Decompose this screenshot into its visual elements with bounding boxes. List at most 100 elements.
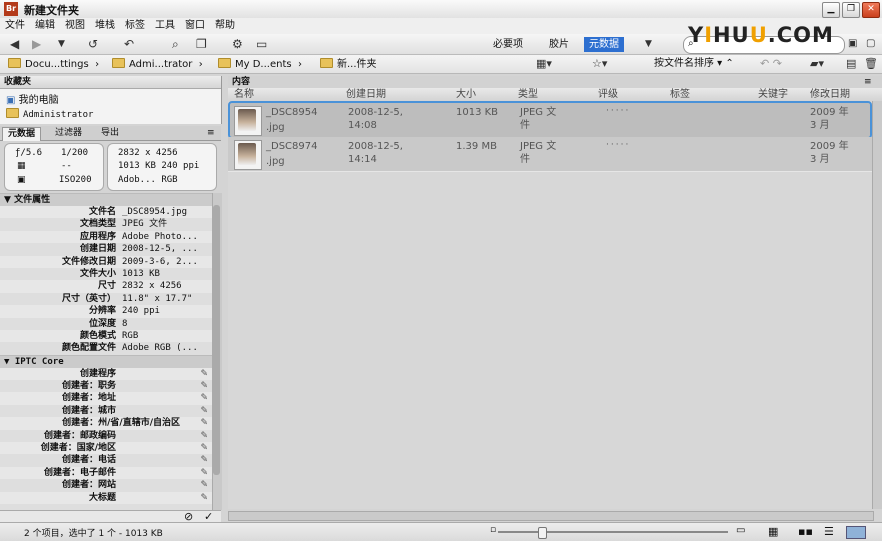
- menu-view[interactable]: 视图: [60, 18, 90, 34]
- table-row[interactable]: _DSC8954 .jpg 2008-12-5, 14:08 1013 KB J…: [228, 101, 872, 139]
- breadcrumb-item[interactable]: Docu...ttings ›: [8, 58, 99, 71]
- col-modified[interactable]: 修改日期: [810, 89, 850, 101]
- iptc-row[interactable]: 创建者：国家/地区 ✎: [0, 442, 212, 455]
- close-button[interactable]: ✕: [862, 2, 880, 18]
- maximize-button[interactable]: ❐: [842, 2, 860, 18]
- recent-folder-icon[interactable]: ↺: [88, 37, 98, 51]
- file-rating[interactable]: ·····: [606, 106, 630, 116]
- favorite-item-administrator[interactable]: Administrator: [0, 108, 221, 120]
- sort-dropdown[interactable]: 按文件名排序 ▾ ⌃: [654, 58, 734, 70]
- chevron-down-icon[interactable]: ▼: [58, 37, 65, 51]
- breadcrumb-item[interactable]: Admi...trator ›: [112, 58, 203, 71]
- workspace-menu-chevron-icon[interactable]: ▼: [645, 37, 652, 51]
- col-keywords[interactable]: 关键字: [758, 89, 788, 101]
- iptc-row[interactable]: 创建者：邮政编码 ✎: [0, 430, 212, 442]
- edit-pencil-icon[interactable]: ✎: [200, 368, 212, 380]
- copy-icon[interactable]: ❐: [196, 37, 207, 51]
- col-created[interactable]: 创建日期: [346, 89, 386, 101]
- iptc-row[interactable]: 创建者：州/省/直辖市/自治区 ✎: [0, 417, 212, 430]
- iptc-row[interactable]: 大标题 ✎: [0, 491, 212, 504]
- tab-metadata[interactable]: 元数据: [2, 127, 42, 141]
- metadata-scroll-thumb[interactable]: [213, 205, 220, 475]
- menu-tools[interactable]: 工具: [150, 18, 180, 34]
- trash-icon[interactable]: 🗑: [864, 57, 878, 71]
- file-rating[interactable]: ·····: [606, 140, 630, 150]
- workspace-essentials[interactable]: 必要项: [488, 37, 528, 52]
- file-type-2: 件: [520, 154, 530, 165]
- iptc-row[interactable]: 创建者：城市 ✎: [0, 405, 212, 417]
- menu-label[interactable]: 标签: [120, 18, 150, 34]
- folder-icon: [6, 108, 19, 118]
- thumbnail-quality-icon[interactable]: ▦▾: [536, 57, 552, 71]
- iptc-row[interactable]: 创建者：职务 ✎: [0, 380, 212, 392]
- tab-export[interactable]: 导出: [96, 127, 124, 140]
- edit-pencil-icon[interactable]: ✎: [200, 380, 212, 392]
- menu-stack[interactable]: 堆栈: [90, 18, 120, 34]
- rotate-left-icon[interactable]: ↶ ↷: [760, 57, 782, 71]
- workspace-metadata[interactable]: 元数据: [584, 37, 624, 52]
- edit-pencil-icon[interactable]: ✎: [200, 417, 212, 429]
- content-horizontal-scrollbar[interactable]: [228, 511, 874, 521]
- file-properties-header[interactable]: ▼ 文件属性: [0, 193, 212, 206]
- workspace-filmstrip[interactable]: 胶片: [544, 37, 574, 52]
- content-vertical-scrollbar[interactable]: [872, 101, 882, 509]
- edit-pencil-icon[interactable]: ✎: [200, 454, 212, 466]
- breadcrumb-item[interactable]: 新...件夹: [320, 58, 377, 71]
- details-view-icon[interactable]: ☰: [824, 525, 834, 538]
- iptc-row[interactable]: 创建程序 ✎: [0, 367, 212, 381]
- breadcrumb-item[interactable]: My D...ents ›: [218, 58, 302, 71]
- new-folder-icon[interactable]: ▰▾: [810, 57, 824, 71]
- tab-content[interactable]: 内容: [232, 76, 250, 88]
- edit-pencil-icon[interactable]: ✎: [200, 467, 212, 479]
- open-recent-icon[interactable]: ▤: [846, 57, 856, 71]
- edit-pencil-icon[interactable]: ✎: [200, 479, 212, 491]
- col-rating[interactable]: 评级: [598, 89, 618, 101]
- thumbnail-size-slider[interactable]: [498, 531, 728, 533]
- col-label[interactable]: 标签: [670, 89, 690, 101]
- col-name[interactable]: 名称: [234, 89, 254, 101]
- iptc-row[interactable]: 创建者：网站 ✎: [0, 479, 212, 491]
- iptc-row[interactable]: 创建者：电话 ✎: [0, 454, 212, 466]
- open-in-icon[interactable]: ▭: [256, 37, 267, 51]
- refine-icon[interactable]: ⚙: [232, 37, 243, 51]
- grid-lock-icon[interactable]: ▦: [768, 525, 778, 538]
- panel-menu-icon[interactable]: ≡: [202, 127, 220, 140]
- edit-pencil-icon[interactable]: ✎: [200, 492, 212, 504]
- edit-pencil-icon[interactable]: ✎: [200, 405, 212, 417]
- star-filter-icon[interactable]: ☆▾: [592, 57, 607, 71]
- camera-icon[interactable]: ⌕: [172, 37, 179, 51]
- favorite-item-computer[interactable]: ▣ 我的电脑: [0, 89, 221, 108]
- edit-pencil-icon[interactable]: ✎: [200, 430, 212, 442]
- col-type[interactable]: 类型: [518, 89, 538, 101]
- col-size[interactable]: 大小: [456, 89, 476, 101]
- table-row[interactable]: _DSC8974 .jpg 2008-12-5, 14:14 1.39 MB J…: [228, 137, 872, 172]
- menu-help[interactable]: 帮助: [210, 18, 240, 34]
- edit-pencil-icon[interactable]: ✎: [200, 442, 212, 454]
- metadata-list: ▼ 文件属性 文件名 _DSC8954.jpg 文档类型 JPEG 文件 应用程序 A…: [0, 193, 212, 510]
- file-modified: 2009 年: [810, 141, 849, 152]
- meta-row: 尺寸 2832 x 4256: [0, 280, 212, 293]
- edit-pencil-icon[interactable]: ✎: [200, 392, 212, 404]
- zoom-out-icon[interactable]: ▫: [490, 525, 496, 535]
- tab-filter[interactable]: 过滤器: [50, 127, 87, 140]
- thumbnail-view-icon[interactable]: ▪▪: [798, 525, 813, 538]
- flash-icon: ▣: [17, 175, 26, 185]
- path-bar: Docu...ttings › Admi...trator › My D...e…: [0, 55, 882, 74]
- iptc-row[interactable]: 创建者：地址 ✎: [0, 392, 212, 405]
- iptc-header[interactable]: ▼ IPTC Core: [0, 354, 212, 368]
- menu-edit[interactable]: 编辑: [30, 18, 60, 34]
- iptc-row[interactable]: 创建者：电子邮件 ✎: [0, 466, 212, 480]
- compact-mode-icon[interactable]: ▣: [848, 37, 857, 51]
- content-panel-menu-icon[interactable]: ≡: [864, 76, 872, 88]
- meta-row: 文档类型 JPEG 文件: [79, 219, 168, 230]
- minimize-button[interactable]: ▁: [822, 2, 840, 18]
- rotate-icon[interactable]: ↶: [124, 37, 134, 51]
- menu-file[interactable]: 文件: [0, 18, 30, 34]
- zoom-in-icon[interactable]: ▭: [736, 525, 745, 536]
- full-mode-icon[interactable]: ▢: [866, 37, 875, 51]
- list-view-icon[interactable]: [846, 526, 866, 539]
- slider-knob[interactable]: [538, 527, 547, 539]
- back-arrow-icon[interactable]: ◀: [10, 37, 19, 51]
- menu-window[interactable]: 窗口: [180, 18, 210, 34]
- forward-arrow-icon[interactable]: ▶: [32, 37, 41, 51]
